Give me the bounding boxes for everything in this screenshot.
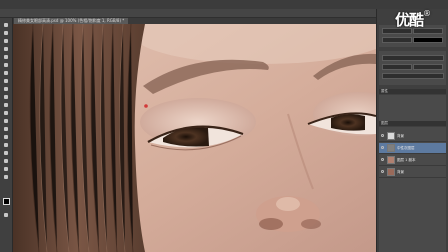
layer-row[interactable]: 背景 (379, 131, 446, 142)
lasso-tool-icon[interactable] (3, 38, 9, 44)
layer-row-selected[interactable]: 中性灰图层 (379, 143, 446, 154)
blur-tool-icon[interactable] (3, 118, 9, 124)
visibility-eye-icon[interactable] (381, 134, 384, 137)
layer-thumbnail (387, 144, 395, 152)
visibility-eye-icon[interactable] (381, 170, 384, 173)
layer-name: 背景 (397, 134, 404, 138)
style-dropdown[interactable] (382, 55, 444, 61)
layer-thumbnail (387, 132, 395, 140)
portrait-photo (13, 24, 376, 252)
layer-thumbnail (387, 168, 395, 176)
properties-panel (379, 95, 446, 121)
shape-tool-icon[interactable] (3, 158, 9, 164)
marquee-tool-icon[interactable] (3, 30, 9, 36)
visibility-eye-icon[interactable] (381, 146, 384, 149)
layers-panel-header[interactable]: 图层 (379, 121, 446, 126)
opacity-field[interactable] (382, 64, 412, 70)
crop-tool-icon[interactable] (3, 54, 9, 60)
layer-thumbnail (387, 156, 395, 164)
watermark-text: 优酷 (395, 11, 424, 29)
document-canvas[interactable] (13, 24, 376, 252)
layer-row[interactable]: 背景 (379, 167, 446, 178)
tools-panel (0, 18, 13, 252)
layer-name: 背景 (397, 170, 404, 174)
quick-select-tool-icon[interactable] (3, 46, 9, 52)
right-panel-dock: 属性 图层 背景 中性灰图层 图层 1 副本 背景 (376, 9, 448, 252)
visibility-eye-icon[interactable] (381, 158, 384, 161)
zoom-tool-icon[interactable] (3, 174, 9, 180)
blend-mode-dropdown[interactable] (382, 73, 444, 79)
eyedropper-tool-icon[interactable] (3, 62, 9, 68)
fill-field[interactable] (413, 64, 443, 70)
gradient-tool-icon[interactable] (3, 110, 9, 116)
eraser-tool-icon[interactable] (3, 102, 9, 108)
layer-name: 图层 1 副本 (397, 158, 416, 162)
foreground-color-swatch[interactable] (3, 198, 10, 205)
move-tool-icon[interactable] (3, 22, 9, 28)
hand-tool-icon[interactable] (3, 166, 9, 172)
properties-panel-header[interactable]: 属性 (379, 89, 446, 94)
history-brush-tool-icon[interactable] (3, 94, 9, 100)
paragraph-panel (379, 51, 446, 85)
tracking-field[interactable] (382, 37, 412, 43)
youku-watermark: 优酷® (395, 9, 431, 29)
type-tool-icon[interactable] (3, 142, 9, 148)
dodge-tool-icon[interactable] (3, 126, 9, 132)
options-bar[interactable] (0, 9, 376, 18)
layer-name: 中性灰图层 (397, 146, 415, 150)
text-color-swatch[interactable] (413, 37, 443, 43)
menu-bar[interactable] (0, 0, 448, 9)
path-select-tool-icon[interactable] (3, 150, 9, 156)
brush-tool-icon[interactable] (3, 78, 9, 84)
layer-row[interactable]: 图层 1 副本 (379, 155, 446, 166)
layers-panel: 背景 中性灰图层 图层 1 副本 背景 (379, 127, 446, 252)
pen-tool-icon[interactable] (3, 134, 9, 140)
healing-brush-tool-icon[interactable] (3, 70, 9, 76)
quick-mask-icon[interactable] (3, 212, 9, 218)
clone-stamp-tool-icon[interactable] (3, 86, 9, 92)
